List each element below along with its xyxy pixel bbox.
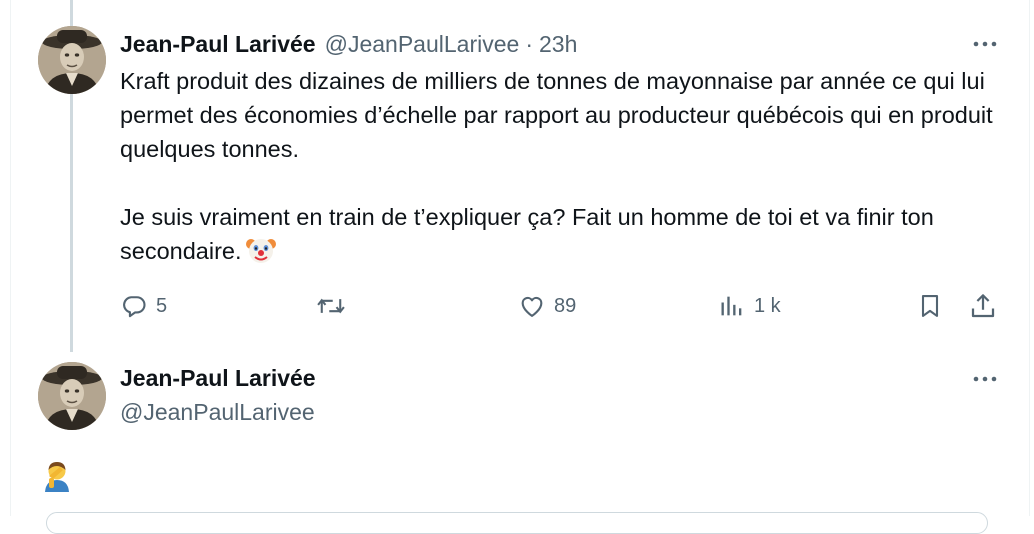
avatar[interactable] xyxy=(38,362,106,430)
share-button[interactable] xyxy=(968,288,998,324)
more-options-button[interactable] xyxy=(970,34,1000,54)
reply-count: 5 xyxy=(156,294,168,317)
like-button[interactable]: 89 xyxy=(518,288,576,324)
retweet-button[interactable] xyxy=(316,288,354,324)
tweet-paragraph-1: Kraft produit des dizaines de milliers d… xyxy=(120,68,993,162)
reply-author-handle[interactable]: @JeanPaulLarivee xyxy=(120,396,315,428)
tweet-body: Kraft produit des dizaines de milliers d… xyxy=(120,64,1000,268)
author-name[interactable]: Jean-Paul Larivée xyxy=(120,31,316,58)
timeline-border-left xyxy=(10,0,11,516)
views-count: 1 k xyxy=(754,294,781,317)
more-options-button[interactable] xyxy=(970,369,1000,389)
more-icon xyxy=(973,41,997,47)
timeline-border-right xyxy=(1029,0,1030,516)
tweet-paragraph-2-text: Je suis vraiment en train de t’expliquer… xyxy=(120,204,934,264)
reply-author-name[interactable]: Jean-Paul Larivée xyxy=(120,362,316,394)
tweet-paragraph-2: Je suis vraiment en train de t’expliquer… xyxy=(120,200,1000,268)
next-card-edge xyxy=(46,512,988,534)
bookmark-icon xyxy=(921,295,939,317)
bookmark-button[interactable] xyxy=(916,288,944,324)
reply-icon xyxy=(123,296,146,318)
separator-dot: · xyxy=(525,30,533,57)
avatar[interactable] xyxy=(38,26,106,94)
reply-button[interactable]: 5 xyxy=(120,288,167,324)
tweet-header: Jean-Paul Larivée @JeanPaulLarivee · 23h xyxy=(120,28,577,60)
retweet-icon xyxy=(317,298,345,314)
views-icon xyxy=(721,296,742,316)
person-facepalming-emoji xyxy=(40,458,74,492)
share-icon xyxy=(971,294,995,318)
like-icon xyxy=(521,296,543,317)
author-handle[interactable]: @JeanPaulLarivee xyxy=(325,31,520,58)
like-count: 89 xyxy=(554,294,577,317)
views-button[interactable]: 1 k xyxy=(718,288,781,324)
tweet-timestamp[interactable]: 23h xyxy=(539,31,577,58)
clown-face-emoji xyxy=(245,235,276,265)
more-icon xyxy=(973,376,997,382)
